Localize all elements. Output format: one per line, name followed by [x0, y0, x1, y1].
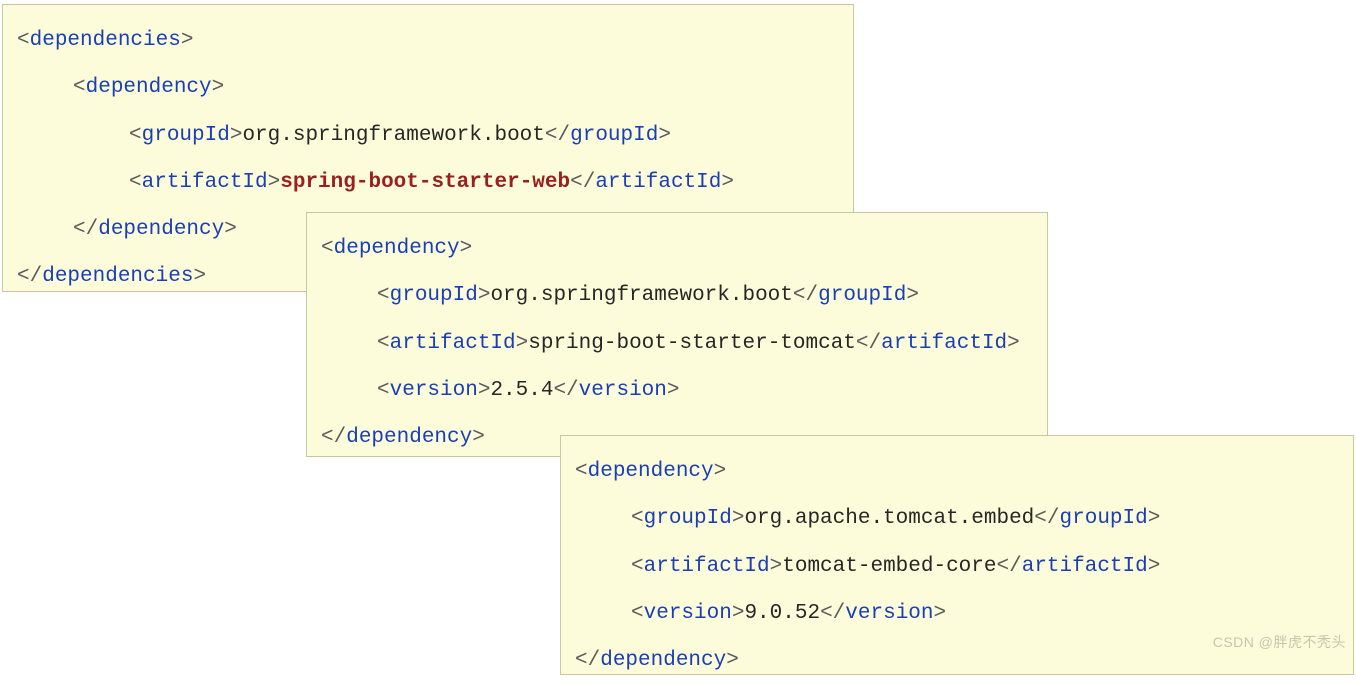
code-line: <version>2.5.4</version>: [321, 367, 1033, 414]
groupid-value: org.springframework.boot: [490, 284, 792, 307]
artifactid-value: tomcat-embed-core: [782, 555, 996, 578]
code-snippet-box-2: <dependency> <groupId>org.springframewor…: [306, 212, 1048, 457]
groupid-value: org.springframework.boot: [242, 124, 544, 147]
code-line: <dependency>: [321, 225, 1033, 272]
code-line: <artifactId>tomcat-embed-core</artifactI…: [575, 543, 1339, 590]
artifactid-value: spring-boot-starter-tomcat: [528, 332, 856, 355]
code-line: <groupId>org.springframework.boot</group…: [321, 272, 1033, 319]
code-line: <groupId>org.springframework.boot</group…: [17, 112, 839, 159]
artifactid-value-highlighted: spring-boot-starter-web: [280, 171, 570, 194]
code-line: <artifactId>spring-boot-starter-web</art…: [17, 159, 839, 206]
code-line: <artifactId>spring-boot-starter-tomcat</…: [321, 320, 1033, 367]
version-value: 9.0.52: [744, 602, 820, 625]
version-value: 2.5.4: [490, 379, 553, 402]
code-line: <dependency>: [575, 448, 1339, 495]
watermark-text: CSDN @胖虎不秃头: [1213, 632, 1346, 652]
groupid-value: org.apache.tomcat.embed: [744, 507, 1034, 530]
code-line: <dependency>: [17, 64, 839, 111]
code-line: <dependencies>: [17, 17, 839, 64]
code-line: <groupId>org.apache.tomcat.embed</groupI…: [575, 495, 1339, 542]
code-line: <version>9.0.52</version>: [575, 590, 1339, 637]
